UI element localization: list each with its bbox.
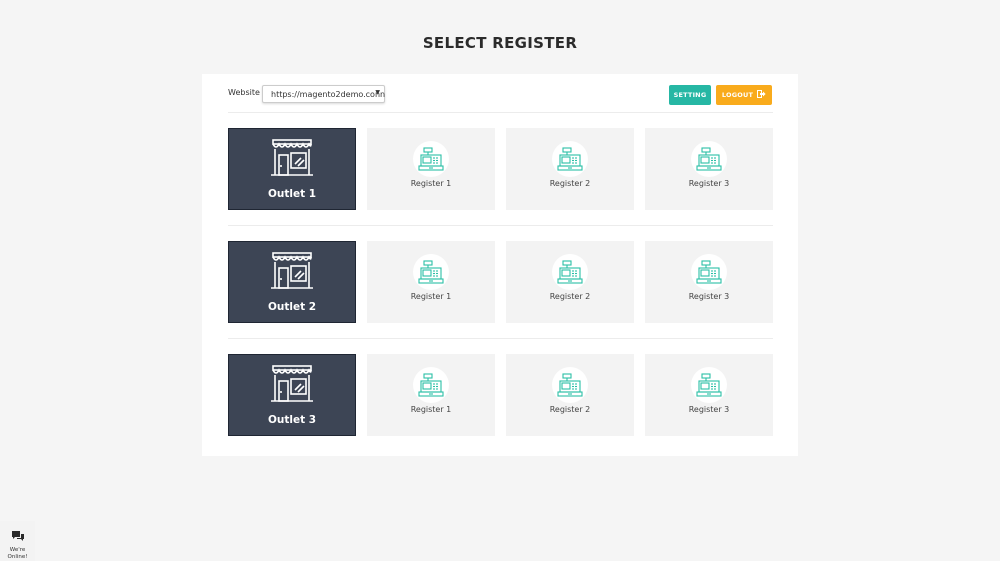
register-name: Register 2 <box>549 405 591 414</box>
cash-register-icon <box>413 367 449 403</box>
storefront-icon <box>270 364 314 408</box>
setting-button[interactable]: SETTING <box>669 85 711 105</box>
register-card[interactable]: Register 2 <box>506 354 634 436</box>
website-label: Website <box>228 88 260 97</box>
page-title: SELECT REGISTER <box>422 34 578 52</box>
outlet-name: Outlet 3 <box>267 414 317 426</box>
register-name: Register 3 <box>688 292 730 301</box>
caret-down-icon: ▼ <box>375 89 380 96</box>
cash-register-icon <box>691 367 727 403</box>
outlet-name: Outlet 2 <box>267 301 317 313</box>
register-card[interactable]: Register 1 <box>367 241 495 323</box>
register-card[interactable]: Register 3 <box>645 128 773 210</box>
logout-button[interactable]: LOGOUT <box>716 85 772 105</box>
cash-register-icon <box>552 367 588 403</box>
setting-button-label: SETTING <box>673 91 707 99</box>
register-name: Register 2 <box>549 179 591 188</box>
register-card[interactable]: Register 1 <box>367 354 495 436</box>
outlet-card-1[interactable]: Outlet 1 <box>228 128 356 210</box>
register-name: Register 1 <box>410 292 452 301</box>
register-name: Register 3 <box>688 405 730 414</box>
register-card[interactable]: Register 2 <box>506 128 634 210</box>
divider <box>228 338 773 339</box>
chat-status-line1: We're <box>9 547 26 553</box>
register-name: Register 1 <box>410 179 452 188</box>
outlet-card-2[interactable]: Outlet 2 <box>228 241 356 323</box>
outlet-row-1: Outlet 1 Register 1 Register 2 Register … <box>228 128 773 210</box>
storefront-icon <box>270 138 314 182</box>
cash-register-icon <box>413 254 449 290</box>
register-name: Register 1 <box>410 405 452 414</box>
outlet-card-3[interactable]: Outlet 3 <box>228 354 356 436</box>
website-select-value: https://magento2demo.conn <box>271 90 386 99</box>
register-panel: Website https://magento2demo.conn ▼ SETT… <box>202 74 798 456</box>
chat-bubbles-icon <box>11 527 25 546</box>
register-card[interactable]: Register 3 <box>645 354 773 436</box>
register-card[interactable]: Register 3 <box>645 241 773 323</box>
divider <box>228 225 773 226</box>
register-card[interactable]: Register 2 <box>506 241 634 323</box>
cash-register-icon <box>691 141 727 177</box>
storefront-icon <box>270 251 314 295</box>
logout-button-label: LOGOUT <box>721 91 754 99</box>
outlet-row-2: Outlet 2 Register 1 Register 2 Register … <box>228 241 773 323</box>
outlet-row-3: Outlet 3 Register 1 Register 2 Register … <box>228 354 773 436</box>
sign-out-icon <box>757 90 766 100</box>
register-card[interactable]: Register 1 <box>367 128 495 210</box>
chat-status-line2: Online! <box>7 554 28 560</box>
cash-register-icon <box>552 141 588 177</box>
register-name: Register 2 <box>549 292 591 301</box>
toolbar: Website https://magento2demo.conn ▼ SETT… <box>228 85 773 111</box>
chat-widget[interactable]: We're Online! <box>0 521 35 561</box>
outlet-name: Outlet 1 <box>267 188 317 200</box>
divider <box>228 112 773 113</box>
register-name: Register 3 <box>688 179 730 188</box>
cash-register-icon <box>413 141 449 177</box>
cash-register-icon <box>552 254 588 290</box>
cash-register-icon <box>691 254 727 290</box>
website-select[interactable]: https://magento2demo.conn ▼ <box>262 85 385 103</box>
